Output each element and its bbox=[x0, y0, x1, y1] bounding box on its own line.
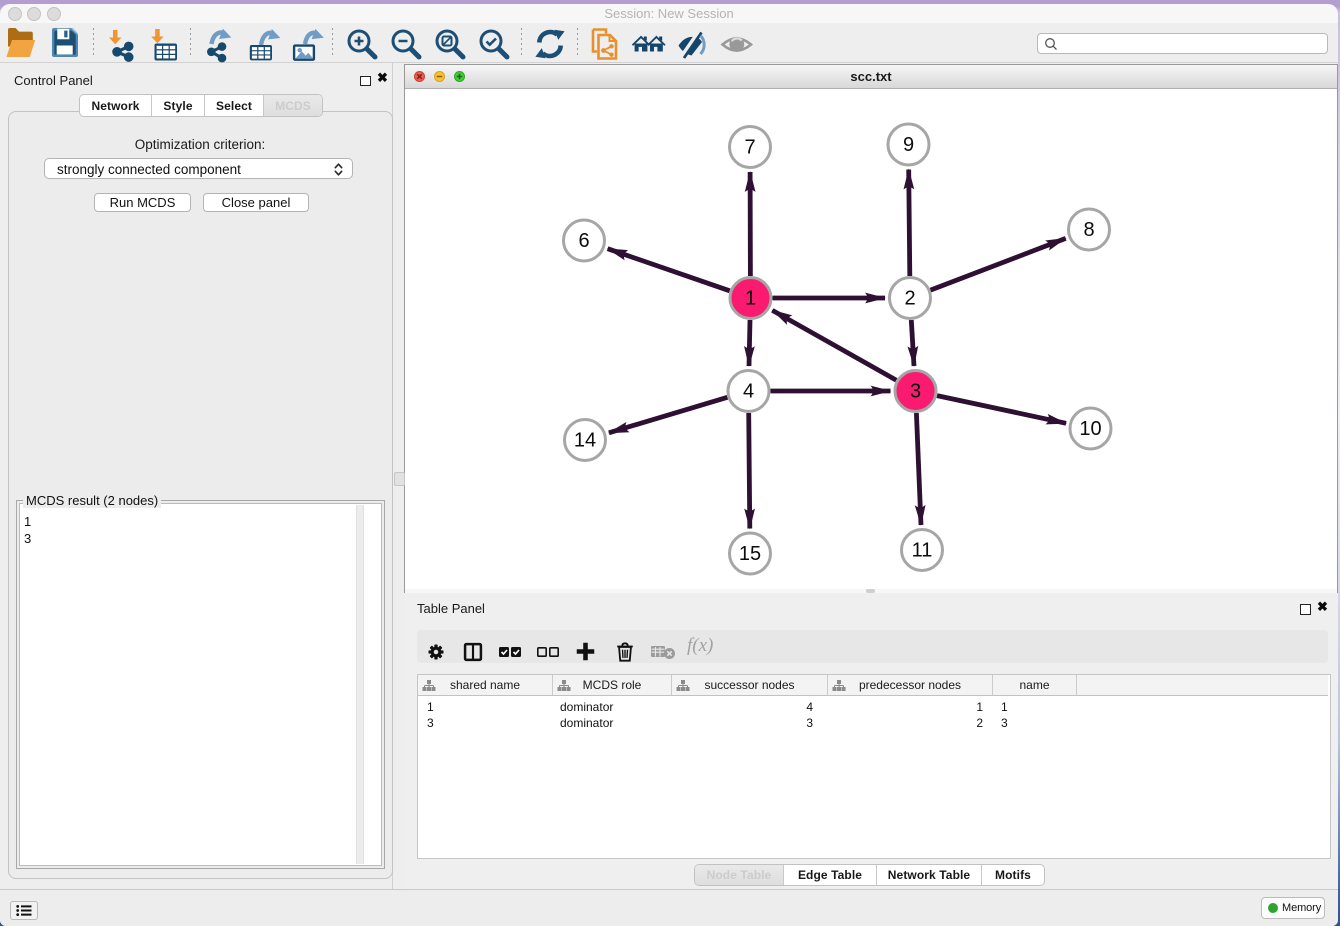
svg-text:3: 3 bbox=[910, 381, 921, 403]
svg-text:7: 7 bbox=[744, 137, 755, 159]
svg-text:15: 15 bbox=[739, 543, 761, 565]
svg-text:4: 4 bbox=[743, 381, 754, 403]
svg-text:10: 10 bbox=[1079, 418, 1101, 440]
svg-text:6: 6 bbox=[578, 230, 589, 252]
svg-text:8: 8 bbox=[1083, 219, 1094, 241]
svg-text:11: 11 bbox=[912, 540, 933, 562]
svg-text:9: 9 bbox=[903, 134, 914, 156]
svg-text:2: 2 bbox=[904, 288, 915, 310]
svg-text:14: 14 bbox=[574, 430, 596, 452]
svg-text:1: 1 bbox=[745, 288, 756, 310]
